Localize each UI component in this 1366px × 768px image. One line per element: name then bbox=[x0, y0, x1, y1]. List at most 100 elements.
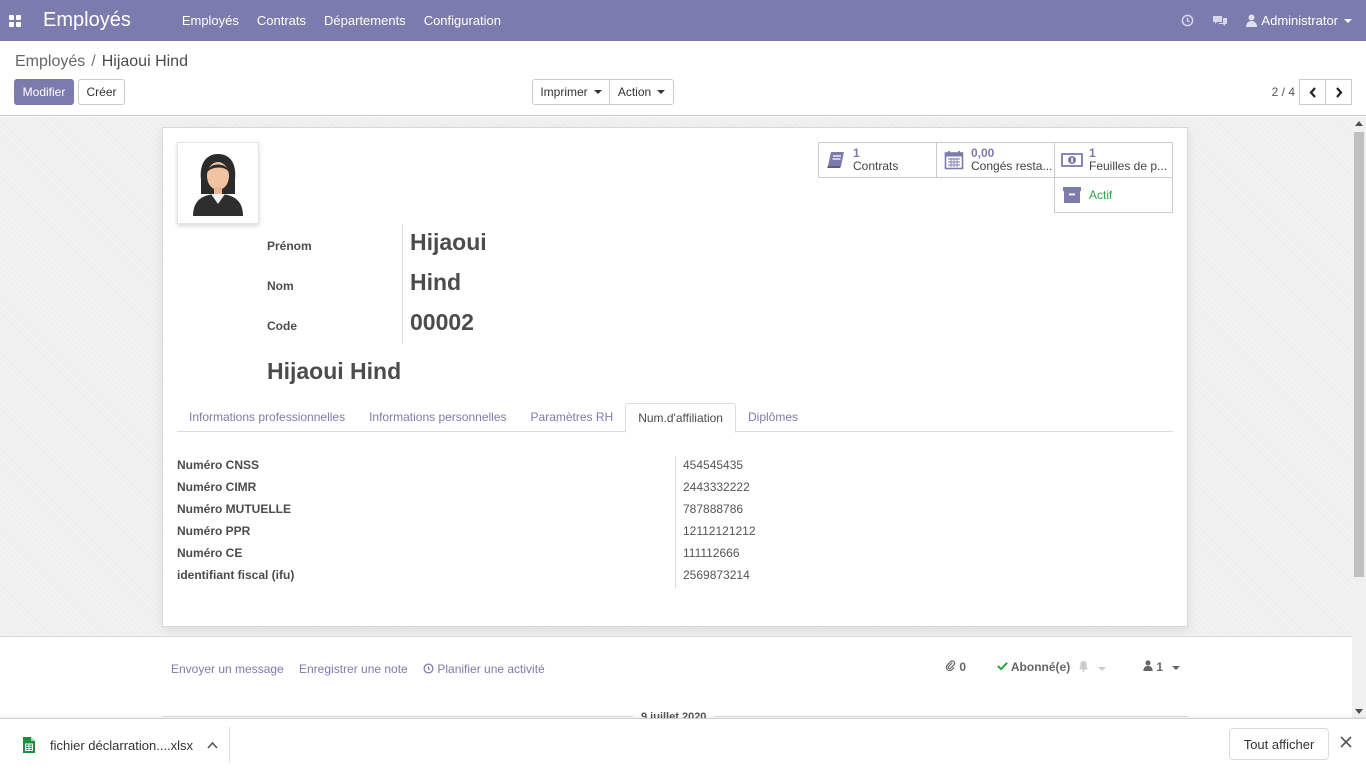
action-label: Action bbox=[617, 85, 652, 99]
notification-settings[interactable] bbox=[1078, 660, 1107, 675]
bell-icon bbox=[1078, 660, 1089, 672]
pager-value[interactable]: 2 / 4 bbox=[1272, 85, 1295, 99]
schedule-activity-label: Planifier une activité bbox=[437, 662, 545, 676]
nom-value: Hind bbox=[410, 269, 462, 295]
calendar-icon bbox=[937, 150, 971, 170]
breadcrumb-parent[interactable]: Employés bbox=[15, 53, 85, 70]
cnss-label: Numéro CNSS bbox=[177, 458, 260, 472]
user-icon bbox=[1143, 660, 1153, 671]
field-row: Numéro CIMR 2443332222 bbox=[177, 478, 1173, 500]
tab-diplomes[interactable]: Diplômes bbox=[736, 403, 810, 431]
chevron-right-icon bbox=[1335, 86, 1342, 98]
send-message-link[interactable]: Envoyer un message bbox=[171, 662, 284, 676]
creer-button[interactable]: Créer bbox=[78, 79, 125, 105]
imprimer-dropdown[interactable]: Imprimer bbox=[532, 79, 610, 105]
prenom-value: Hijaoui bbox=[410, 229, 487, 255]
code-label: Code bbox=[267, 319, 297, 333]
check-icon bbox=[997, 662, 1008, 671]
user-icon bbox=[1246, 14, 1258, 27]
spreadsheet-file-icon bbox=[23, 737, 35, 753]
top-navbar: Employés Employés Contrats Départements … bbox=[0, 0, 1366, 41]
scrollbar-thumb[interactable] bbox=[1354, 132, 1364, 577]
tab-num-affiliation[interactable]: Num.d'affiliation bbox=[625, 403, 736, 433]
menu-configuration[interactable]: Configuration bbox=[415, 0, 510, 41]
clock-icon bbox=[423, 663, 434, 674]
chat-icon[interactable] bbox=[1212, 14, 1228, 27]
feuilles-label: Feuilles de p... bbox=[1089, 159, 1168, 173]
modifier-button[interactable]: Modifier bbox=[14, 79, 74, 105]
breadcrumb-separator: / bbox=[91, 53, 96, 70]
user-name: Administrator bbox=[1261, 13, 1338, 28]
pager-previous-button[interactable] bbox=[1299, 79, 1326, 105]
chatter: Envoyer un message Enregistrer une note … bbox=[0, 638, 1352, 723]
chevron-left-icon bbox=[1309, 86, 1316, 98]
followers-button[interactable]: 1 bbox=[1143, 660, 1181, 674]
app-brand[interactable]: Employés bbox=[43, 9, 131, 32]
download-bar: fichier déclarration....xlsx Tout affich… bbox=[0, 718, 1366, 768]
menu-employes[interactable]: Employés bbox=[173, 0, 248, 41]
activity-clock-icon[interactable] bbox=[1181, 14, 1194, 27]
chevron-down-icon bbox=[1344, 18, 1352, 23]
log-note-link[interactable]: Enregistrer une note bbox=[299, 662, 408, 676]
attachments-button[interactable]: 0 bbox=[945, 660, 966, 674]
affiliation-fields: Numéro CNSS 454545435 Numéro CIMR 244333… bbox=[177, 456, 1173, 588]
scroll-down-icon[interactable] bbox=[1355, 709, 1363, 714]
code-value: 00002 bbox=[410, 309, 474, 335]
tab-parametres-rh[interactable]: Paramètres RH bbox=[519, 403, 626, 431]
field-divider bbox=[402, 224, 403, 344]
download-item[interactable]: fichier déclarration....xlsx bbox=[14, 727, 230, 763]
print-action-group: Imprimer Action bbox=[532, 79, 674, 105]
field-row: Numéro MUTUELLE 787888786 bbox=[177, 500, 1173, 522]
actif-toggle-button[interactable]: Actif bbox=[1054, 177, 1173, 213]
apps-menu-icon[interactable] bbox=[0, 0, 30, 41]
show-all-downloads-button[interactable]: Tout afficher bbox=[1229, 728, 1329, 760]
field-row: identifiant fiscal (ifu) 2569873214 bbox=[177, 566, 1173, 588]
main-menu: Employés Contrats Départements Configura… bbox=[173, 0, 510, 41]
schedule-activity-link[interactable]: Planifier une activité bbox=[423, 662, 545, 676]
money-icon bbox=[1055, 152, 1089, 168]
chevron-up-icon[interactable] bbox=[207, 741, 218, 749]
contrats-label: Contrats bbox=[853, 159, 899, 173]
ce-label: Numéro CE bbox=[177, 546, 243, 560]
paperclip-icon bbox=[945, 660, 956, 672]
menu-contrats[interactable]: Contrats bbox=[248, 0, 315, 41]
close-icon[interactable] bbox=[1340, 735, 1352, 753]
follow-button[interactable]: Abonné(e) bbox=[997, 660, 1070, 674]
control-panel: Employés / Hijaoui Hind Modifier Créer Imp… bbox=[0, 41, 1366, 116]
vertical-scrollbar[interactable] bbox=[1352, 117, 1366, 718]
form-tabs: Informations professionnelles Informatio… bbox=[177, 403, 1173, 433]
ifu-value: 2569873214 bbox=[683, 568, 750, 582]
followers-count: 1 bbox=[1156, 660, 1164, 674]
user-menu[interactable]: Administrator bbox=[1246, 13, 1352, 28]
menu-departements[interactable]: Départements bbox=[315, 0, 415, 41]
mutuelle-value: 787888786 bbox=[683, 502, 744, 516]
ifu-label: identifiant fiscal (ifu) bbox=[177, 568, 295, 582]
chevron-down-icon bbox=[593, 90, 602, 94]
employee-avatar[interactable] bbox=[177, 142, 259, 224]
feuilles-paie-smart-button[interactable]: 1 Feuilles de p... bbox=[1054, 142, 1173, 178]
cimr-value: 2443332222 bbox=[683, 480, 750, 494]
chevron-down-icon bbox=[657, 90, 666, 94]
contrats-smart-button[interactable]: 1 Contrats bbox=[818, 142, 937, 178]
action-dropdown[interactable]: Action bbox=[609, 79, 674, 105]
tab-informations-personnelles[interactable]: Informations personnelles bbox=[357, 403, 518, 431]
breadcrumb: Employés / Hijaoui Hind bbox=[15, 53, 188, 71]
scroll-up-icon[interactable] bbox=[1355, 121, 1363, 126]
employee-photo-icon bbox=[193, 154, 243, 216]
imprimer-label: Imprimer bbox=[540, 85, 588, 99]
book-icon bbox=[819, 151, 853, 169]
mutuelle-label: Numéro MUTUELLE bbox=[177, 502, 291, 516]
download-filename: fichier déclarration....xlsx bbox=[50, 737, 194, 753]
tab-informations-professionnelles[interactable]: Informations professionnelles bbox=[177, 403, 357, 431]
pager: 2 / 4 bbox=[1272, 79, 1352, 105]
ppr-value: 12112121212 bbox=[683, 524, 756, 538]
actif-label: Actif bbox=[1089, 188, 1113, 202]
field-row: Numéro CE 111112666 bbox=[177, 544, 1173, 566]
conges-smart-button[interactable]: 0,00 Congés resta... bbox=[936, 142, 1055, 178]
archive-icon bbox=[1055, 186, 1089, 204]
ppr-label: Numéro PPR bbox=[177, 524, 251, 538]
employee-full-name: Hijaoui Hind bbox=[267, 358, 402, 384]
field-row: Numéro PPR 12112121212 bbox=[177, 522, 1173, 544]
pager-next-button[interactable] bbox=[1325, 79, 1352, 105]
nom-label: Nom bbox=[267, 279, 294, 293]
